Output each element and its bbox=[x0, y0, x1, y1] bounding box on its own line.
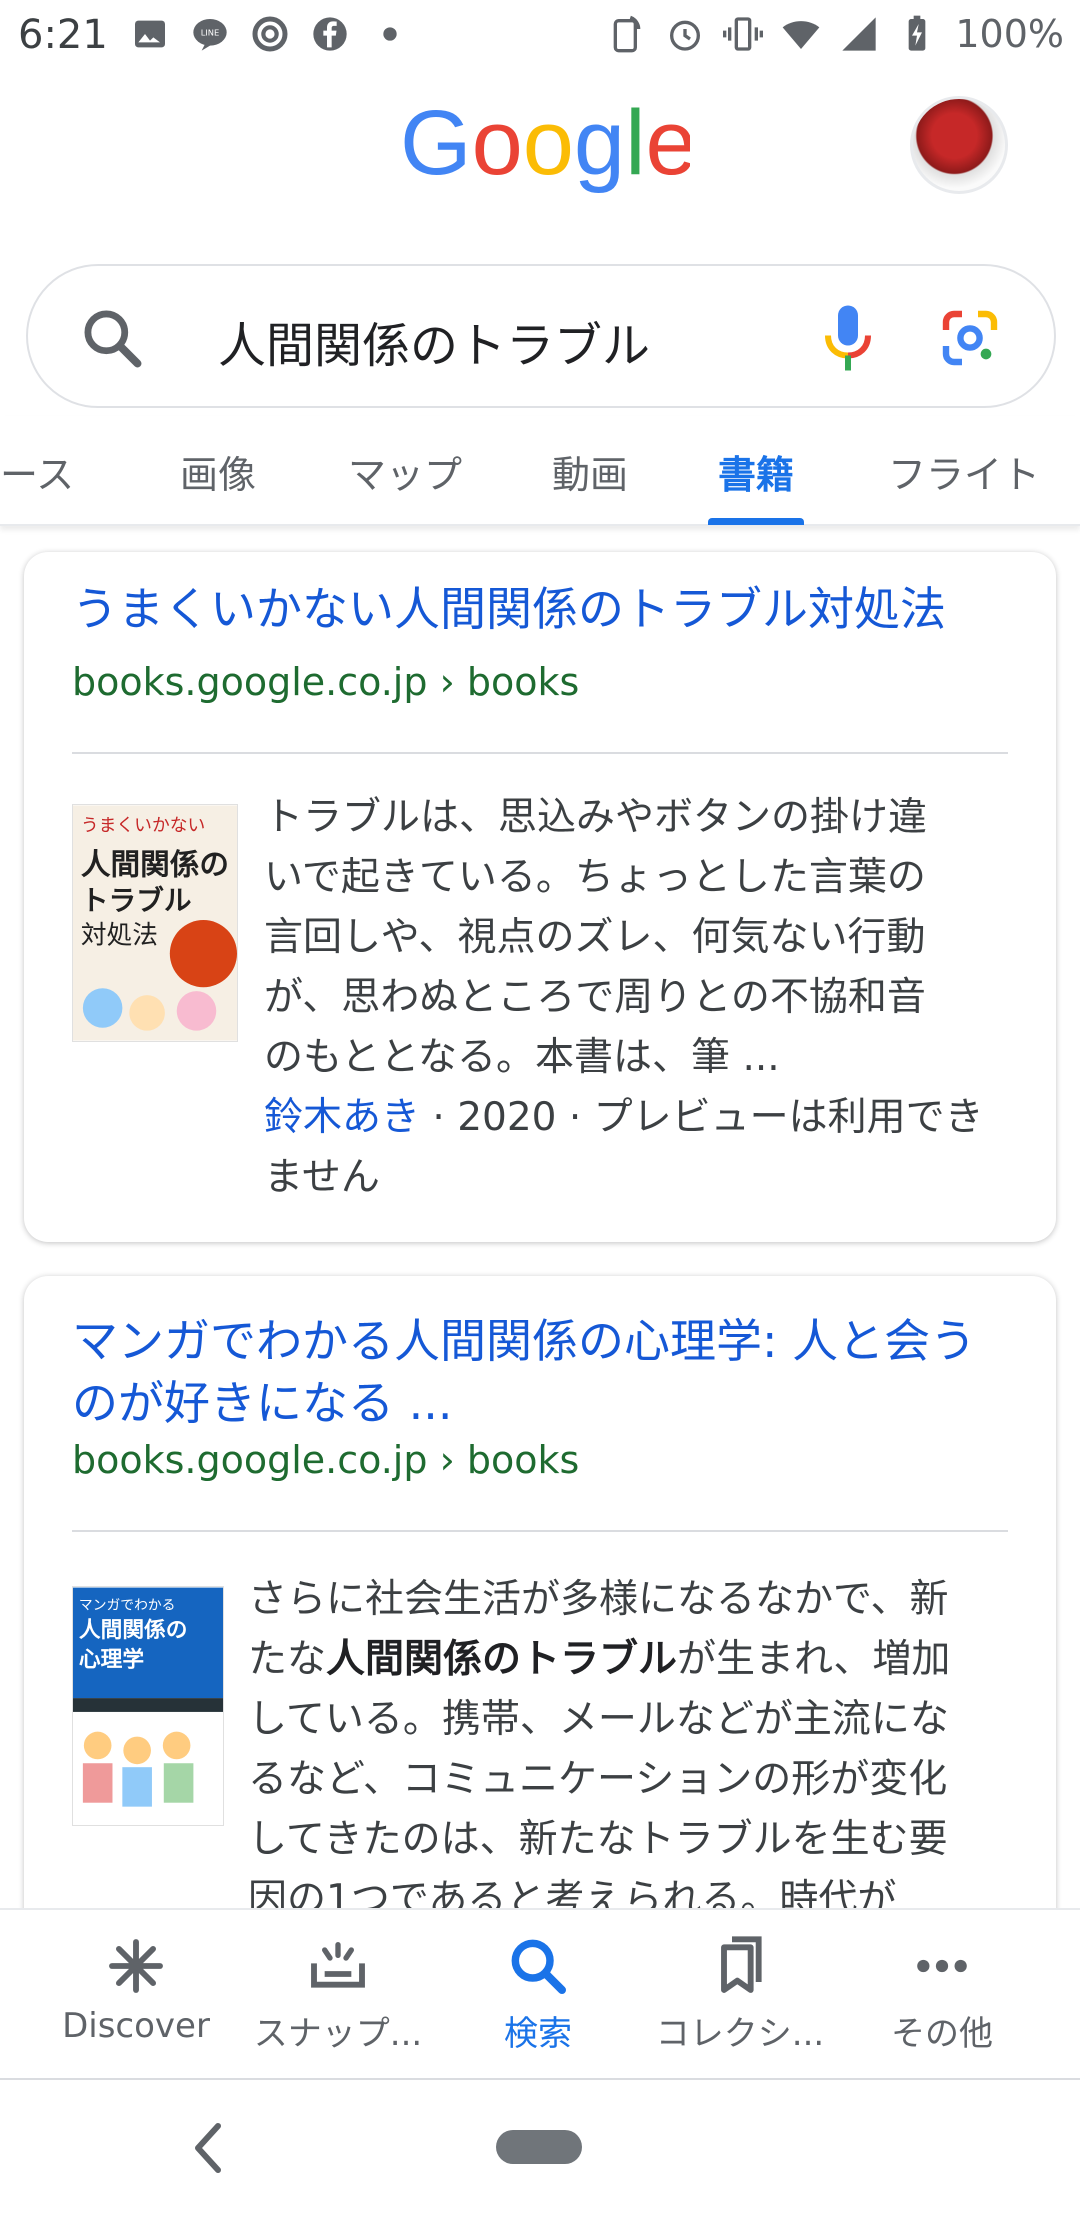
result-snippet: トラブルは、思込みやボタンの掛け違 いで起きている。ちょっとした言葉の 言回しや… bbox=[264, 788, 1024, 1208]
svg-text:人間関係の: 人間関係の bbox=[79, 1618, 188, 1643]
result-divider bbox=[72, 1530, 1008, 1532]
tab-images[interactable]: 画像 bbox=[180, 444, 256, 499]
battery-icon bbox=[909, 15, 926, 51]
result-card[interactable]: マンガでわかる人間関係の心理学: 人と会う のが好きになる ... books.… bbox=[24, 1276, 1056, 1976]
vibrate-icon bbox=[723, 17, 764, 51]
book-cover-thumbnail[interactable]: うまくいかない 人間関係の トラブル 対処法 bbox=[72, 804, 238, 1042]
tab-news[interactable]: ース bbox=[0, 444, 74, 499]
tab-flights[interactable]: フライト bbox=[888, 444, 1040, 499]
bottom-navigation: Discover スナップ... 検索 コレクシ... その他 bbox=[0, 1908, 1080, 2078]
tab-books[interactable]: 書籍 bbox=[718, 444, 794, 499]
more-icon bbox=[917, 1959, 967, 1973]
status-time: 6:21 bbox=[18, 12, 108, 58]
back-icon[interactable] bbox=[188, 2118, 228, 2178]
microphone-icon[interactable] bbox=[818, 300, 878, 376]
search-query-text[interactable]: 人間関係のトラブル bbox=[218, 306, 650, 376]
nav-search[interactable]: 検索 bbox=[438, 1934, 638, 2055]
nfc-icon bbox=[614, 15, 641, 53]
search-icon bbox=[511, 1939, 566, 1994]
author-link[interactable]: 鈴木あき bbox=[264, 1095, 420, 1140]
search-box[interactable]: 人間関係のトラブル bbox=[26, 264, 1056, 408]
snapshot-icon bbox=[311, 1942, 365, 1988]
result-title[interactable]: うまくいかない人間関係のトラブル対処法 bbox=[72, 578, 946, 640]
search-icon bbox=[84, 310, 142, 368]
book-cover-thumbnail[interactable]: マンガでわかる 人間関係の 心理学 bbox=[72, 1586, 224, 1826]
account-avatar[interactable] bbox=[910, 96, 1008, 194]
dot-icon bbox=[383, 27, 397, 41]
wifi-icon bbox=[783, 21, 820, 49]
nav-more[interactable]: その他 bbox=[842, 1934, 1042, 2055]
svg-text:トラブル: トラブル bbox=[81, 884, 192, 917]
collections-icon bbox=[721, 1936, 762, 1993]
result-title[interactable]: マンガでわかる人間関係の心理学: 人と会う のが好きになる ... bbox=[72, 1310, 976, 1434]
tab-maps[interactable]: マップ bbox=[348, 444, 462, 499]
nav-snapshot[interactable]: スナップ... bbox=[238, 1934, 438, 2055]
status-bar: 6:21 LINE 100% bbox=[0, 0, 1080, 72]
google-lens-icon[interactable] bbox=[938, 306, 1002, 370]
svg-text:心理学: 心理学 bbox=[79, 1647, 144, 1673]
signal-icon bbox=[842, 17, 877, 51]
system-navigation-bar bbox=[0, 2078, 1080, 2220]
search-tabs: ース 画像 マップ 動画 書籍 フライト bbox=[0, 416, 1080, 526]
nav-discover[interactable]: Discover bbox=[36, 1934, 236, 2046]
result-url[interactable]: books.google.co.jp › books bbox=[72, 1438, 579, 1482]
result-card[interactable]: うまくいかない人間関係のトラブル対処法 books.google.co.jp ›… bbox=[24, 552, 1056, 1242]
line-icon: LINE bbox=[193, 19, 227, 51]
image-icon bbox=[135, 20, 165, 48]
notification-icons: LINE bbox=[130, 14, 410, 54]
battery-percent: 100% bbox=[955, 12, 1064, 56]
svg-text:LINE: LINE bbox=[201, 28, 220, 38]
sync-icon bbox=[252, 16, 288, 52]
result-meta: 鈴木あき · 2020 · プレビューは利用でき bbox=[264, 1095, 984, 1140]
result-divider bbox=[72, 752, 1008, 754]
home-pill[interactable] bbox=[496, 2130, 582, 2164]
asterisk-icon bbox=[109, 1939, 163, 1993]
alarm-icon bbox=[670, 20, 701, 51]
facebook-icon bbox=[313, 17, 347, 51]
nav-collections[interactable]: コレクシ... bbox=[640, 1934, 840, 2055]
result-url[interactable]: books.google.co.jp › books bbox=[72, 660, 579, 704]
system-icons: 100% bbox=[607, 12, 1064, 56]
svg-text:うまくいかない: うまくいかない bbox=[81, 815, 205, 836]
tab-videos[interactable]: 動画 bbox=[552, 444, 628, 499]
svg-text:マンガでわかる: マンガでわかる bbox=[79, 1597, 176, 1613]
svg-text:対処法: 対処法 bbox=[81, 921, 158, 951]
svg-text:Google: Google bbox=[400, 96, 690, 194]
google-logo: Google bbox=[400, 96, 690, 194]
svg-text:人間関係の: 人間関係の bbox=[81, 847, 229, 882]
google-app-screen: 6:21 LINE 100% Google 人間関係のトラブル ース 画像 マッ… bbox=[0, 0, 1080, 2220]
result-snippet: さらに社会生活が多様になるなかで、新 たな人間関係のトラブルが生まれ、増加 して… bbox=[248, 1577, 951, 1922]
active-tab-indicator bbox=[708, 518, 804, 525]
